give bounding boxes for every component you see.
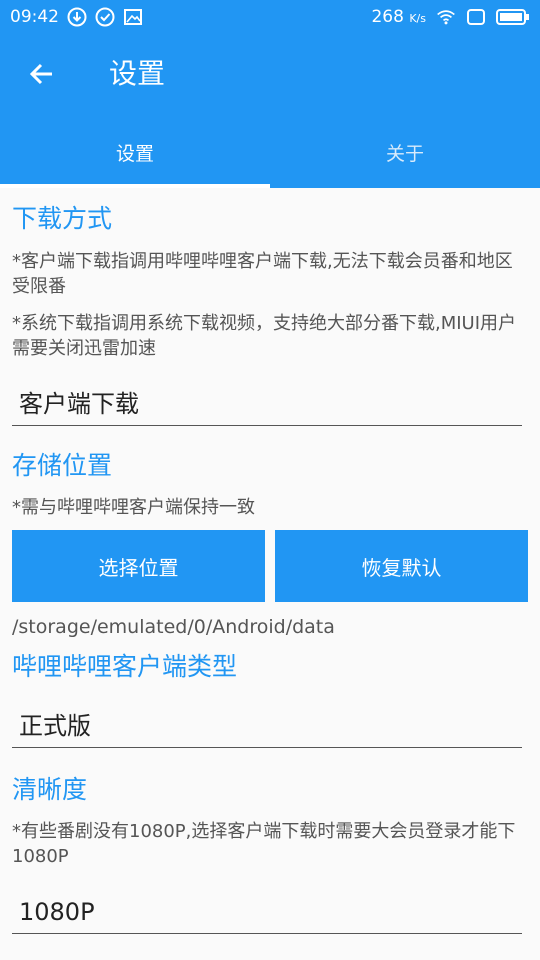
rounded-square-icon [466, 7, 486, 27]
back-button[interactable] [22, 56, 62, 96]
download-note-client: *客户端下载指调用哔哩哔哩客户端下载,无法下载会员番和地区受限番 [12, 251, 513, 297]
tab-about[interactable]: 关于 [270, 116, 540, 188]
download-icon [67, 7, 87, 27]
wifi-icon [436, 7, 456, 27]
client-type-select[interactable]: 正式版 [12, 708, 522, 748]
page-title: 设置 [109, 57, 166, 90]
storage-note: *需与哔哩哔哩客户端保持一致 [12, 497, 255, 518]
choose-location-button[interactable]: 选择位置 [12, 530, 265, 602]
tab-label: 关于 [385, 142, 424, 165]
restore-default-button[interactable]: 恢复默认 [275, 530, 528, 602]
section-title-quality: 清晰度 [12, 775, 88, 804]
tab-indicator [0, 184, 270, 188]
tab-label: 设置 [115, 142, 154, 165]
arrow-left-icon [28, 60, 56, 92]
check-circle-icon [95, 7, 115, 27]
download-note-system: *系统下载指调用系统下载视频，支持绝大部分番下载,MIUI用户需要关闭迅雷加速 [12, 313, 517, 359]
app-bar: 设置 [0, 34, 540, 116]
download-method-select[interactable]: 客户端下载 [12, 386, 522, 426]
tab-bar: 设置 关于 [0, 116, 540, 188]
quality-note: *有些番剧没有1080P,选择客户端下载时需要大会员登录才能下1080P [12, 821, 516, 867]
battery-icon [496, 7, 530, 27]
section-title-client-type: 哔哩哔哩客户端类型 [12, 652, 238, 681]
storage-path: /storage/emulated/0/Android/data [12, 616, 335, 638]
status-bar: 09:42 268 K/s [0, 0, 540, 34]
image-icon [123, 7, 143, 27]
network-speed: 268 K/s [371, 7, 426, 27]
section-title-storage: 存储位置 [12, 451, 113, 480]
status-time: 09:42 [10, 7, 59, 27]
section-title-download: 下载方式 [12, 204, 113, 233]
quality-select[interactable]: 1080P [12, 894, 522, 934]
tab-settings[interactable]: 设置 [0, 116, 270, 188]
